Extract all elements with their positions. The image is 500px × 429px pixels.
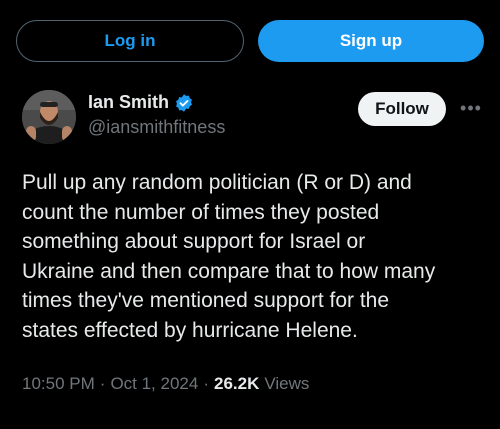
meta-separator: · — [99, 374, 106, 393]
follow-button[interactable]: Follow — [358, 92, 446, 126]
handle[interactable]: @iansmithfitness — [88, 117, 225, 138]
views-count: 26.2K — [214, 374, 260, 393]
avatar-image — [22, 90, 76, 144]
tweet-text: Pull up any random politician (R or D) a… — [22, 171, 436, 342]
display-name-row: Ian Smith — [88, 92, 225, 113]
auth-bar: Log in Sign up — [16, 20, 484, 62]
meta-separator: · — [203, 374, 209, 393]
more-horizontal-icon[interactable]: ••• — [458, 98, 484, 118]
avatar[interactable] — [22, 90, 76, 144]
tweet-header: Ian Smith @iansmithfitness Follow ••• — [22, 90, 484, 150]
login-button[interactable]: Log in — [16, 20, 244, 62]
views-label: Views — [264, 374, 310, 393]
display-name[interactable]: Ian Smith — [88, 92, 169, 113]
signup-button[interactable]: Sign up — [258, 20, 484, 62]
verified-badge-icon — [174, 93, 194, 113]
tweet-time[interactable]: 10:50 PM — [22, 374, 95, 394]
tweet-date[interactable]: Oct 1, 2024 — [110, 374, 198, 394]
author-names: Ian Smith @iansmithfitness — [88, 92, 225, 138]
tweet-meta: 10:50 PM · Oct 1, 2024 · 26.2K Views — [22, 374, 309, 394]
